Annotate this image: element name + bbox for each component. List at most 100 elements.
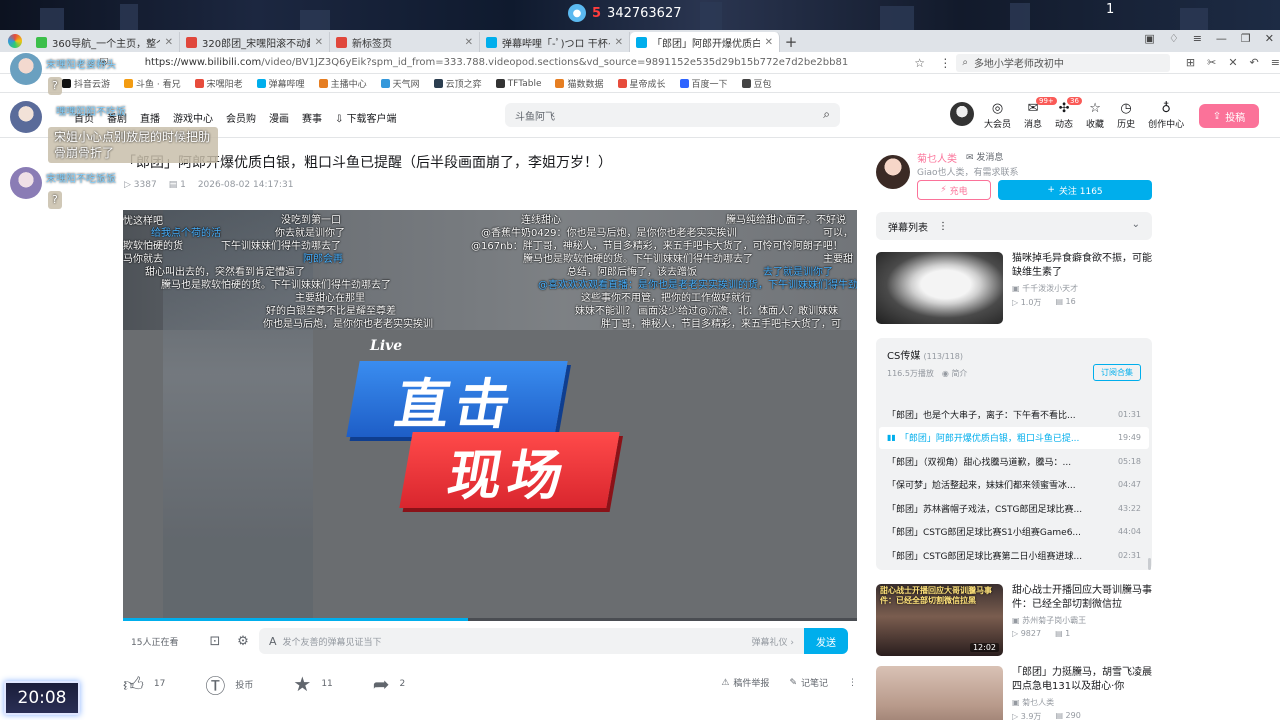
search-icon[interactable]: ⌕ (823, 107, 830, 122)
menu-icon[interactable]: ≡ (1193, 32, 1202, 45)
sidebar-toggle-icon[interactable]: ▣ (1144, 32, 1154, 45)
collection-item[interactable]: 「保可梦」尬活整起来，妹妹们都来领蜜雪冰... 04:47 (879, 474, 1149, 496)
uploader-avatar[interactable] (876, 155, 910, 189)
rec-up[interactable]: ▣ 苏州菊子岗小霸王 (1012, 615, 1086, 626)
notes-button[interactable]: ✎ 记笔记 (789, 676, 828, 690)
bookmark-item[interactable]: 弹幕哔哩 (256, 77, 305, 90)
rec-title[interactable]: 猫咪掉毛异食癖食欲不振，可能缺维生素了 (1012, 252, 1152, 280)
uploader-name[interactable]: 菊乜人类 (917, 150, 957, 165)
rec-card[interactable]: 甜心战士开播回应大哥训黱马事件：已经全部切割微信拉黑 12:02 甜心战士开播回应大… (876, 584, 1152, 656)
close-icon[interactable]: ✕ (1265, 32, 1274, 45)
tab-close-icon[interactable]: ✕ (465, 37, 473, 48)
collection-item[interactable]: 「郎团」也是个大串子，离子：下午看不看比... 01:31 (879, 403, 1149, 425)
bookmark-star-icon[interactable]: ☆ (905, 56, 935, 70)
like-button[interactable]: 👍︎ 17 (123, 672, 165, 697)
coin-button[interactable]: Ⓣ 投币 (205, 670, 253, 699)
progress-bar[interactable] (123, 618, 857, 621)
bookmark-item[interactable]: 斗鱼 · 看兄 (124, 77, 181, 90)
danmaku-etiquette-link[interactable]: 弹幕礼仪 › (752, 635, 794, 648)
close-x-icon[interactable]: ✕ (1228, 56, 1237, 69)
nav-item[interactable]: 赛事 (302, 110, 322, 125)
bookmark-item[interactable]: TFTable (495, 79, 541, 89)
bookmark-item[interactable]: 豆包 (741, 77, 772, 90)
header-bulb-button[interactable]: ♁ 创作中心 (1148, 101, 1184, 130)
collection-title[interactable]: CS传媒 (113/118) (887, 347, 963, 362)
tab-close-icon[interactable]: ✕ (315, 37, 323, 48)
subscribe-collection-button[interactable]: 订阅合集 (1093, 364, 1141, 381)
bookmark-item[interactable]: 星帝成长 (617, 77, 666, 90)
bookmark-item[interactable]: 百度一下 (679, 77, 728, 90)
nav-item[interactable]: 游戏中心 (173, 110, 213, 125)
follow-button[interactable]: + 关注 1165 (998, 180, 1152, 200)
rec-thumbnail[interactable]: 甜心战士开播回应大哥训黱马事件：已经全部切割微信拉黑 12:02 (876, 584, 1003, 656)
rec-thumbnail[interactable]: 胡雪飞凌晨4点急电131 (876, 666, 1003, 720)
search-input[interactable]: 斗鱼阿飞 ⌕ (505, 103, 840, 127)
header-message-button[interactable]: ✉ 99+ 消息 (1024, 97, 1057, 130)
pin-icon[interactable]: ♢ (1169, 32, 1179, 45)
share-button[interactable]: ➦ 2 (373, 672, 406, 696)
rec-title[interactable]: 甜心战士开播回应大哥训黱马事件：已经全部切割微信拉 (1012, 584, 1152, 612)
browser-tab[interactable]: 320郎团_宋嘿阳滚不动截直播 ✕ (180, 32, 330, 52)
undo-icon[interactable]: ↶ (1250, 56, 1259, 69)
browser-logo-icon[interactable] (0, 30, 30, 52)
nav-item[interactable]: 漫画 (269, 110, 289, 125)
tab-close-icon[interactable]: ✕ (615, 37, 623, 48)
scissors-icon[interactable]: ✂ (1207, 56, 1216, 69)
danmaku-toggle-icon[interactable]: ⊡ (201, 634, 229, 649)
browser-tab[interactable]: 新标签页 ✕ (330, 32, 480, 52)
new-tab-button[interactable]: + (780, 32, 802, 52)
collection-item[interactable]: 「郎团」CSTG郎团足球比赛S1小组赛Game6... 44:04 (879, 521, 1149, 543)
header-vip-button[interactable]: ◎ 大会员 (984, 101, 1011, 130)
browser-tab[interactable]: 弹幕哔哩「-ﾟ)つロ 干杯~ ✕ (480, 32, 630, 52)
favorite-button[interactable]: ★ 11 (293, 672, 332, 696)
collection-item[interactable]: 「郎团」苏林酱帽子戏法，CSTG郎团足球比赛... 43:22 (879, 497, 1149, 519)
header-dynamic-button[interactable]: ✣ 36 动态 (1055, 97, 1082, 130)
more-options-icon[interactable]: ⋮ (848, 676, 857, 689)
collection-item[interactable]: 「郎团」（双视角）甜心找黱马道歉，黱马：... 05:18 (879, 450, 1149, 472)
tab-close-icon[interactable]: ✕ (165, 37, 173, 48)
bookmark-item[interactable]: 宋嘿阳老 (194, 77, 243, 90)
danmaku-send-button[interactable]: 发送 (804, 628, 848, 654)
report-button[interactable]: ⚠ 稿件举报 (721, 676, 769, 690)
danmaku-settings-icon[interactable]: ⚙ (229, 634, 257, 649)
nav-item[interactable]: 直播 (140, 110, 160, 125)
upload-button[interactable]: ⇪ 投稿 (1199, 104, 1259, 128)
more-icon[interactable]: ⋮ (938, 221, 948, 232)
bookmark-item[interactable]: 猫数数据 (555, 77, 604, 90)
charge-button[interactable]: ⚡ 充电 (917, 180, 991, 200)
nav-item[interactable]: 会员购 (226, 110, 256, 125)
rec-card[interactable]: 胡雪飞凌晨4点急电131 「郎团」力挺黱马，胡雪飞凌晨四点急电131以及甜心·你 ▣… (876, 666, 1152, 720)
collection-item[interactable]: 「郎团」CSTG郎团足球比赛第二日小组赛进球... 02:31 (879, 544, 1149, 566)
maximize-icon[interactable]: ❐ (1241, 32, 1251, 45)
apps-grid-icon[interactable]: ⊞ (1186, 56, 1195, 69)
header-clock-button[interactable]: ◷ 历史 (1117, 101, 1135, 130)
rec-title[interactable]: 「郎团」力挺黱马，胡雪飞凌晨四点急电131以及甜心·你 (1012, 666, 1152, 694)
rec-up[interactable]: ▣ 千千泼泼小天才 (1012, 283, 1078, 294)
send-message-link[interactable]: ✉ 发消息 (966, 150, 1003, 163)
rec-up[interactable]: ▣ 菊乜人类 (1012, 697, 1054, 708)
address-search-input[interactable]: ⌕ 多地小学老师改初中 (956, 53, 1170, 72)
url-field[interactable]: https://www.bilibili.com/video/BV1JZ3Q6y… (145, 54, 905, 72)
rec-card[interactable]: 猫咪掉毛异食癖食欲不振，可能缺维生素了 ▣ 千千泼泼小天才 ▷ 1.0万 ▤ 1… (876, 252, 1152, 324)
danmaku-list-header[interactable]: 弹幕列表 ⋮ ⌄ (876, 212, 1152, 240)
video-player[interactable]: 忧这样吧 没吃到第一口 连线甜心 黱马纯给甜心面子。不好说 给我点个荷的活 你去就是训你了… (123, 210, 857, 621)
rec-thumbnail[interactable] (876, 252, 1003, 324)
bookmark-item[interactable]: 抖音云游 (62, 77, 110, 90)
nav-item[interactable]: ⇩ 下载客户端 (335, 110, 397, 125)
more-icon[interactable]: ⋮ (934, 56, 956, 70)
danmaku-input[interactable]: A 发个友善的弹幕见证当下 弹幕礼仪 › (259, 628, 804, 654)
bookmark-item[interactable]: 主播中心 (318, 77, 367, 90)
tab-close-icon[interactable]: ✕ (765, 37, 773, 48)
bookmark-item[interactable]: 云顶之弈 (433, 77, 482, 90)
menu-lines-icon[interactable]: ≡ (1271, 56, 1280, 69)
avatar[interactable] (950, 102, 974, 126)
minimize-icon[interactable]: — (1216, 32, 1227, 45)
collection-scrollbar[interactable] (1148, 558, 1151, 570)
browser-tab[interactable]: 360导航_一个主页，整个世界 ✕ (30, 32, 180, 52)
collection-intro[interactable]: ◉ 简介 (942, 368, 968, 379)
collection-item[interactable]: ▮▮ 「郎团」阿郎开爆优质白银，粗口斗鱼已提... 19:49 (879, 426, 1149, 449)
header-star-button[interactable]: ☆ 收藏 (1086, 101, 1104, 130)
browser-tab[interactable]: 「郎团」阿郎开爆优质白银 ✕ (630, 32, 780, 52)
chevron-down-icon[interactable]: ⌄ (1132, 219, 1140, 230)
bookmark-item[interactable]: 天气网 (380, 77, 420, 90)
